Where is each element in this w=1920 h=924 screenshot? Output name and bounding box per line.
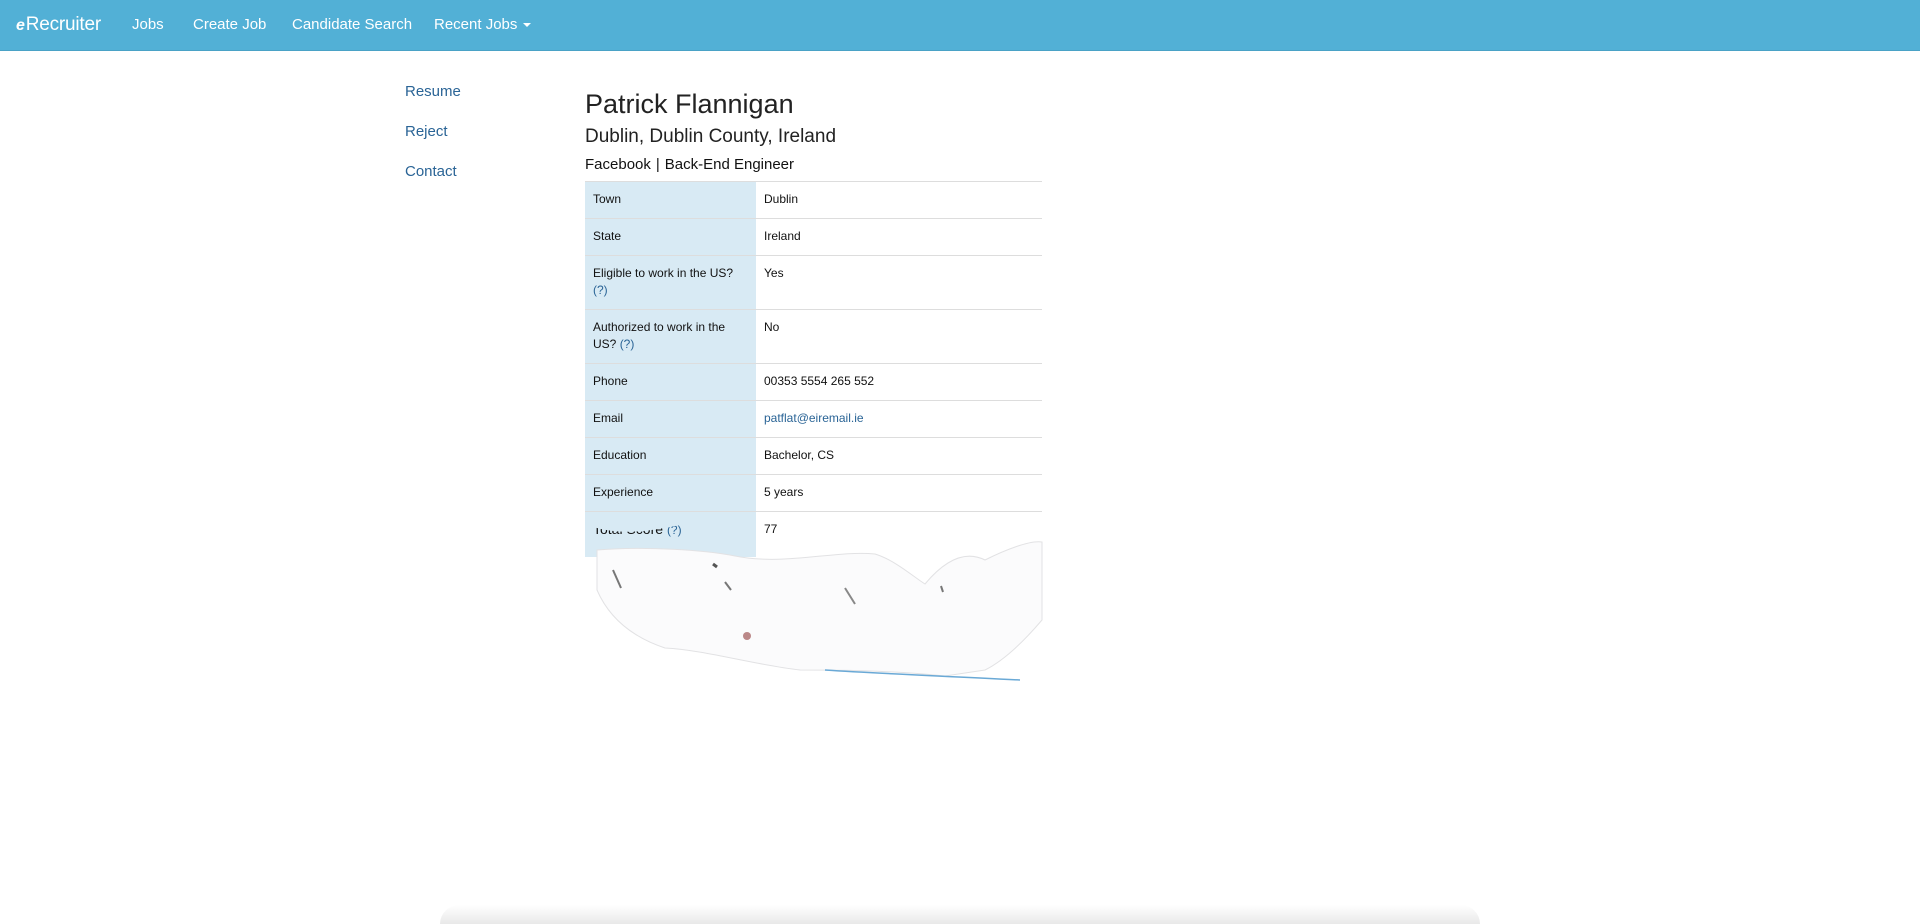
row-value-education: Bachelor, CS bbox=[764, 448, 835, 462]
table-row: Experience 5 years bbox=[585, 474, 1042, 512]
table-row: Town Dublin bbox=[585, 181, 1042, 219]
row-label-authorized: Authorized to work in the US? (?) bbox=[585, 309, 756, 364]
candidate-details-table: Town Dublin State Ireland Eligible to wo… bbox=[585, 181, 1042, 557]
row-value-town: Dublin bbox=[764, 192, 799, 206]
row-value-experience: 5 years bbox=[764, 485, 804, 499]
table-row: Eligible to work in the US? (?) Yes bbox=[585, 255, 1042, 310]
candidate-company: Facebook bbox=[585, 156, 651, 173]
row-label-state: State bbox=[585, 218, 756, 256]
eligible-label-text: Eligible to work in the US? bbox=[593, 266, 734, 280]
nav-recent-jobs-label: Recent Jobs bbox=[434, 16, 518, 33]
table-row: Education Bachelor, CS bbox=[585, 437, 1042, 475]
footer-shadow bbox=[440, 905, 1480, 924]
row-value-email: patflat@eiremail.ie bbox=[756, 401, 1042, 438]
caret-down-icon bbox=[523, 23, 532, 28]
candidate-company-role: Facebook | Back-End Engineer bbox=[585, 156, 794, 173]
table-row: Authorized to work in the US? (?) No bbox=[585, 309, 1042, 364]
brand-text: Recruiter bbox=[25, 14, 101, 35]
top-navbar: eRecruiter Jobs Create Job Candidate Sea… bbox=[0, 0, 1920, 51]
email-link[interactable]: patflat@eiremail.ie bbox=[764, 411, 864, 425]
eligible-help-link[interactable]: (?) bbox=[593, 283, 608, 297]
nav-candidate-search[interactable]: Candidate Search bbox=[292, 16, 412, 33]
row-value-authorized: No bbox=[764, 320, 780, 334]
nav-create-job[interactable]: Create Job bbox=[193, 16, 266, 33]
row-value-state: Ireland bbox=[764, 229, 801, 243]
nav-recent-jobs[interactable]: Recent Jobs bbox=[434, 16, 532, 33]
sidebar-link-reject[interactable]: Reject bbox=[405, 123, 448, 140]
candidate-name: Patrick Flannigan bbox=[585, 89, 794, 119]
row-label-eligible: Eligible to work in the US? (?) bbox=[585, 255, 756, 310]
nav-jobs[interactable]: Jobs bbox=[132, 16, 164, 33]
sidebar-link-contact[interactable]: Contact bbox=[405, 163, 457, 180]
row-value-phone: 00353 5554 265 552 bbox=[764, 374, 875, 388]
row-label-education: Education bbox=[585, 437, 756, 475]
authorized-help-link[interactable]: (?) bbox=[620, 337, 635, 351]
authorized-label-text: Authorized to work in the US? bbox=[593, 320, 726, 351]
sidebar-link-resume[interactable]: Resume bbox=[405, 83, 461, 100]
row-label-email: Email bbox=[585, 400, 756, 438]
row-label-experience: Experience bbox=[585, 474, 756, 512]
candidate-role: Back-End Engineer bbox=[664, 156, 795, 173]
row-label-town: Town bbox=[585, 181, 756, 219]
torn-paper-graphic bbox=[585, 520, 1043, 681]
row-value-eligible: Yes bbox=[764, 266, 784, 280]
brand-e: e bbox=[16, 17, 25, 34]
table-row: State Ireland bbox=[585, 218, 1042, 256]
brand-logo[interactable]: eRecruiter bbox=[16, 14, 101, 36]
candidate-location: Dublin, Dublin County, Ireland bbox=[585, 126, 837, 147]
table-row: Phone 00353 5554 265 552 bbox=[585, 363, 1042, 401]
row-label-phone: Phone bbox=[585, 363, 756, 401]
table-row: Email patflat@eiremail.ie bbox=[585, 400, 1042, 438]
company-role-separator: | bbox=[655, 156, 660, 173]
